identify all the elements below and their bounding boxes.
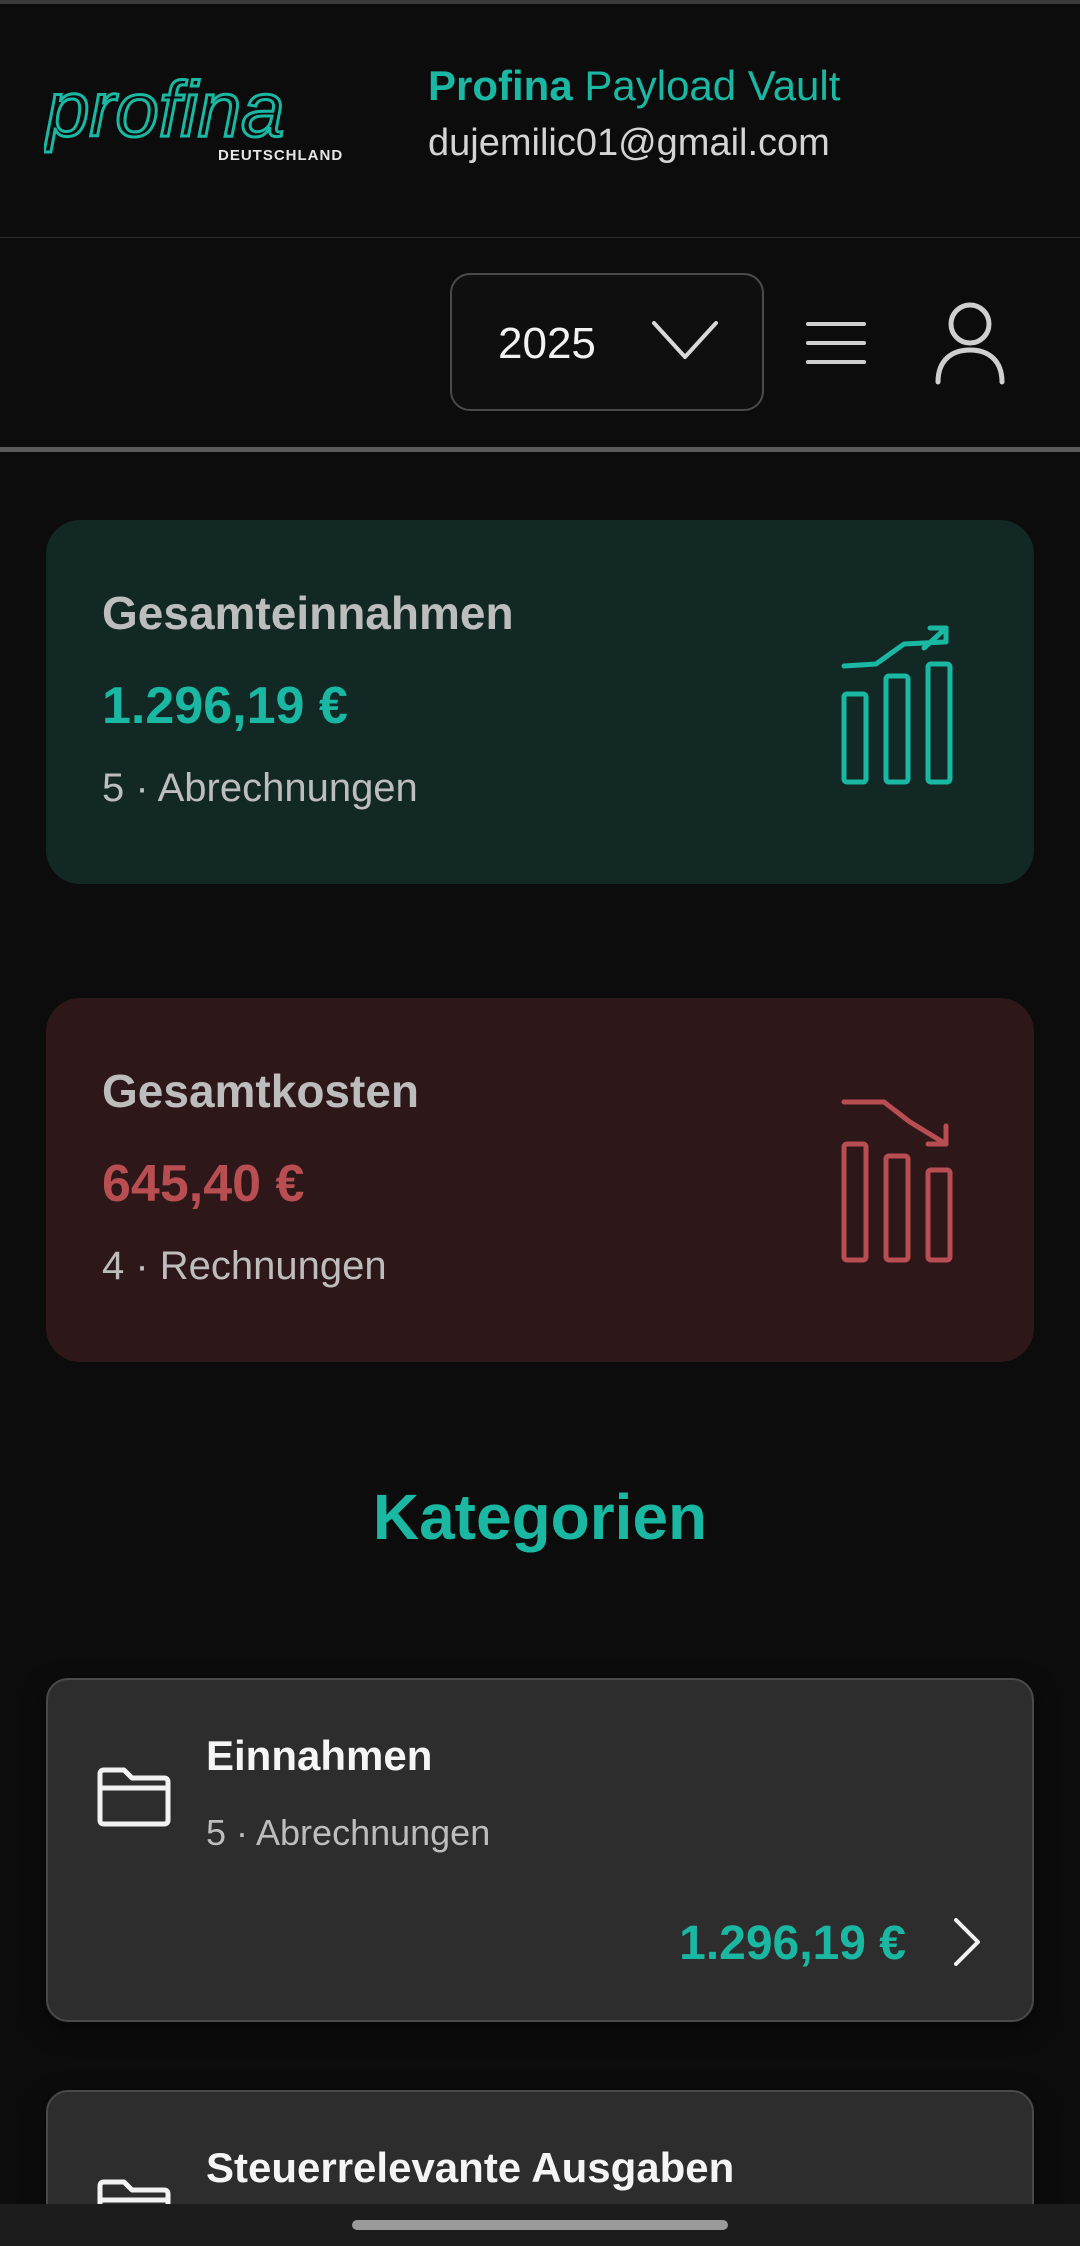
app-title: Profina Payload Vault xyxy=(428,62,840,110)
header-text: Profina Payload Vault dujemilic01@gmail.… xyxy=(428,62,840,165)
year-select[interactable]: 2025 xyxy=(450,273,764,411)
chart-trend-down-icon xyxy=(841,1099,953,1263)
chevron-down-icon xyxy=(652,321,718,359)
app-name: Payload Vault xyxy=(584,62,841,109)
income-card-count: 5 · Abrechnungen xyxy=(102,766,418,810)
category-name: Steuerrelevante Ausgaben xyxy=(206,2144,735,2191)
income-summary-card[interactable]: Gesamteinnahmen 1.296,19 € 5 · Abrechnun… xyxy=(46,520,1034,884)
user-email: dujemilic01@gmail.com xyxy=(428,122,830,164)
chart-trend-up-icon xyxy=(841,625,953,785)
income-card-title: Gesamteinnahmen xyxy=(102,587,514,639)
category-amount: 1.296,19 € xyxy=(679,1917,906,1970)
toolbar: 2025 xyxy=(0,238,1080,452)
app-header: profina DEUTSCHLAND Profina Payload Vaul… xyxy=(0,4,1080,238)
category-name: Einnahmen xyxy=(206,1732,433,1779)
logo-subtext: DEUTSCHLAND xyxy=(218,147,343,164)
hamburger-menu-icon[interactable] xyxy=(806,320,866,366)
logo-wordmark: profina xyxy=(44,76,285,153)
brand-name: Profina xyxy=(428,62,573,109)
costs-summary-card[interactable]: Gesamtkosten 645,40 € 4 · Rechnungen xyxy=(46,998,1034,1362)
gesture-handle[interactable] xyxy=(352,2220,728,2230)
chevron-right-icon xyxy=(954,1918,980,1966)
year-select-value: 2025 xyxy=(498,319,596,368)
profina-logo: profina DEUTSCHLAND xyxy=(44,76,343,164)
costs-card-title: Gesamtkosten xyxy=(102,1065,420,1117)
costs-card-amount: 645,40 € xyxy=(102,1155,305,1213)
folder-icon xyxy=(97,1767,171,1827)
income-card-amount: 1.296,19 € xyxy=(102,677,348,735)
costs-card-count: 4 · Rechnungen xyxy=(102,1244,387,1288)
categories-title: Kategorien xyxy=(372,1481,708,1553)
category-item-einnahmen[interactable]: Einnahmen 5 · Abrechnungen 1.296,19 € xyxy=(46,1678,1034,2022)
category-count: 5 · Abrechnungen xyxy=(206,1812,491,1853)
system-navigation-bar xyxy=(0,2204,1080,2246)
user-profile-icon[interactable] xyxy=(932,300,1008,386)
